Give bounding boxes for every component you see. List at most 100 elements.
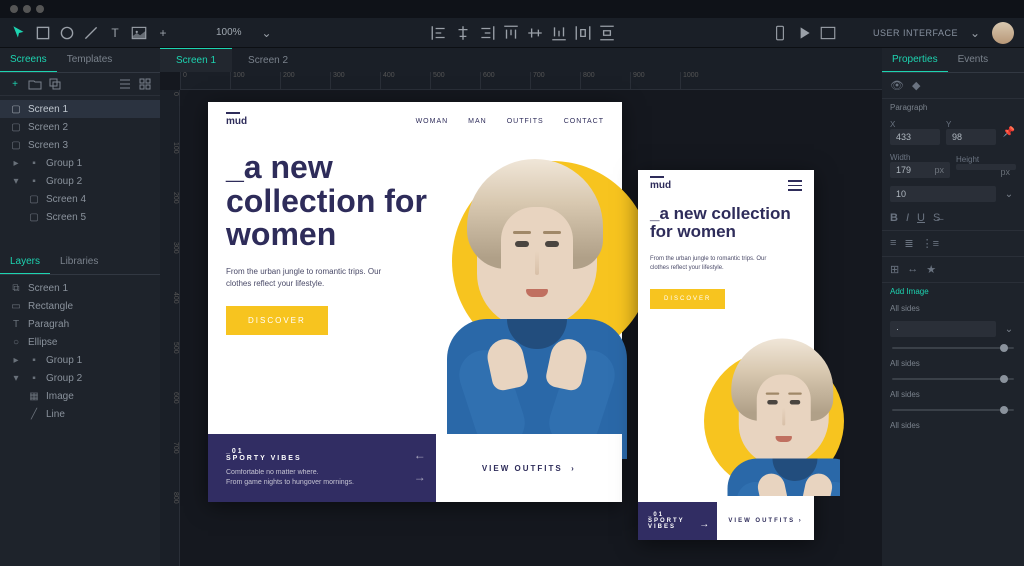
duplicate-icon[interactable] (48, 77, 62, 91)
pointer-tool-icon[interactable] (10, 24, 28, 42)
layer-paragraph[interactable]: TParagrah (0, 315, 160, 333)
screen-icon: ⧉ (10, 282, 22, 294)
border-field[interactable]: · (890, 321, 996, 337)
user-avatar[interactable] (992, 22, 1014, 44)
align-left-icon[interactable] (430, 24, 448, 42)
visibility-icon[interactable]: 👁 (890, 79, 904, 92)
chevron-down-icon[interactable]: ⌄ (1002, 322, 1016, 336)
spread-icon[interactable]: ↔ (907, 263, 918, 276)
strike-icon[interactable]: S̶ (933, 212, 940, 224)
sidebar-item-screen2[interactable]: ▢Screen 2 (0, 118, 160, 136)
view-list-icon[interactable] (118, 77, 132, 91)
canvas-tab-screen1[interactable]: Screen 1 (160, 48, 232, 72)
rect-tool-icon[interactable] (34, 24, 52, 42)
traffic-light-max[interactable] (36, 5, 44, 13)
view-outfits-button-mobile[interactable]: VIEW OUTFITS › (717, 502, 814, 540)
layer-screen1[interactable]: ⧉Screen 1 (0, 279, 160, 297)
layer-group1[interactable]: ▸▪Group 1 (0, 351, 160, 369)
star-icon[interactable]: ★ (926, 263, 936, 276)
left-panel: Screens Templates + ▢Screen 1 ▢Screen 2 … (0, 48, 160, 566)
discover-button[interactable]: DISCOVER (226, 306, 328, 335)
text-tool-icon[interactable]: T (106, 24, 124, 42)
logo-mobile: mud (650, 180, 671, 191)
traffic-light-close[interactable] (10, 5, 18, 13)
layer-image[interactable]: ▦Image (0, 387, 160, 405)
distribute-h-icon[interactable] (574, 24, 592, 42)
style-icon[interactable]: ◆ (912, 79, 920, 92)
add-screen-icon[interactable]: + (8, 77, 22, 91)
user-menu-label[interactable]: USER INTERFACE (873, 28, 958, 38)
tab-properties[interactable]: Properties (882, 48, 948, 72)
view-outfits-button[interactable]: VIEW OUTFITS › (436, 434, 622, 502)
line-tool-icon[interactable] (82, 24, 100, 42)
opacity-slider-2[interactable] (892, 378, 1014, 380)
height-field[interactable]: px (956, 164, 1016, 170)
image-tool-icon[interactable] (130, 24, 148, 42)
align-left-text-icon[interactable]: ≡ (890, 237, 896, 250)
view-grid-icon[interactable] (138, 77, 152, 91)
zoom-chevron-icon[interactable]: ⌄ (258, 24, 276, 42)
sidebar-item-group2[interactable]: ▾▪Group 2 (0, 172, 160, 190)
discover-button-mobile[interactable]: DISCOVER (650, 289, 725, 309)
user-chevron-icon[interactable]: ⌄ (966, 24, 984, 42)
nav-man[interactable]: MAN (468, 118, 487, 125)
nav-contact[interactable]: CONTACT (564, 118, 604, 125)
traffic-light-min[interactable] (23, 5, 31, 13)
sidebar-item-screen5[interactable]: ▢Screen 5 (0, 208, 160, 226)
opacity-slider-3[interactable] (892, 409, 1014, 411)
italic-icon[interactable]: I (906, 212, 909, 224)
tab-events[interactable]: Events (948, 48, 999, 72)
tab-screens[interactable]: Screens (0, 48, 57, 72)
bold-icon[interactable]: B (890, 212, 898, 224)
add-tool-icon[interactable]: + (154, 24, 172, 42)
tab-templates[interactable]: Templates (57, 48, 123, 72)
sidebar-item-group1[interactable]: ▸▪Group 1 (0, 154, 160, 172)
artboard-mobile[interactable]: mud _a new collection for women From the… (638, 170, 814, 540)
x-field[interactable]: 433 (890, 129, 940, 145)
align-right-icon[interactable] (478, 24, 496, 42)
code-icon[interactable] (819, 24, 837, 42)
nav-outfits[interactable]: OUTFITS (507, 118, 544, 125)
pin-icon[interactable]: 📌 (1002, 126, 1016, 140)
layer-rectangle[interactable]: ▭Rectangle (0, 297, 160, 315)
artboard-desktop[interactable]: mud WOMAN MAN OUTFITS CONTACT (208, 102, 622, 502)
sides-label-3: All sides (882, 386, 1024, 403)
device-icon[interactable] (771, 24, 789, 42)
arrow-left-icon[interactable]: ← (414, 448, 426, 462)
distribute-v-icon[interactable] (598, 24, 616, 42)
grid-icon[interactable]: ⊞ (890, 263, 899, 276)
align-center-text-icon[interactable]: ≣ (904, 237, 913, 250)
align-hcenter-icon[interactable] (454, 24, 472, 42)
layer-line[interactable]: ╱Line (0, 405, 160, 423)
align-bottom-icon[interactable] (550, 24, 568, 42)
canvas-tab-screen2[interactable]: Screen 2 (232, 48, 304, 72)
sidebar-item-screen4[interactable]: ▢Screen 4 (0, 190, 160, 208)
sidebar-item-screen3[interactable]: ▢Screen 3 (0, 136, 160, 154)
canvas-viewport[interactable]: 01002003004005006007008009001000 0100200… (160, 72, 882, 566)
width-field[interactable]: 179 px (890, 162, 950, 178)
arrow-right-icon[interactable]: → (414, 470, 426, 484)
layer-ellipse[interactable]: ○Ellipse (0, 333, 160, 351)
headline-mobile: _a new collection for women (650, 205, 802, 241)
chevron-down-icon[interactable]: ⌄ (1002, 187, 1016, 201)
fontsize-field[interactable]: 10 (890, 186, 996, 202)
tab-layers[interactable]: Layers (0, 250, 50, 274)
tab-libraries[interactable]: Libraries (50, 250, 108, 274)
arrow-right-icon[interactable]: → (699, 519, 709, 530)
zoom-level[interactable]: 100% (208, 25, 250, 40)
add-folder-icon[interactable] (28, 77, 42, 91)
layer-group2[interactable]: ▾▪Group 2 (0, 369, 160, 387)
y-field[interactable]: 98 (946, 129, 996, 145)
opacity-slider-1[interactable] (892, 347, 1014, 349)
rect-icon: ▭ (10, 300, 22, 312)
ellipse-tool-icon[interactable] (58, 24, 76, 42)
add-image-link[interactable]: Add Image (882, 283, 1024, 300)
list-icon[interactable]: ⋮≡ (922, 237, 939, 250)
nav-woman[interactable]: WOMAN (416, 118, 449, 125)
underline-icon[interactable]: U (917, 212, 925, 224)
play-icon[interactable] (795, 24, 813, 42)
sidebar-item-screen1[interactable]: ▢Screen 1 (0, 100, 160, 118)
align-top-icon[interactable] (502, 24, 520, 42)
align-vcenter-icon[interactable] (526, 24, 544, 42)
hamburger-icon[interactable] (788, 180, 802, 191)
